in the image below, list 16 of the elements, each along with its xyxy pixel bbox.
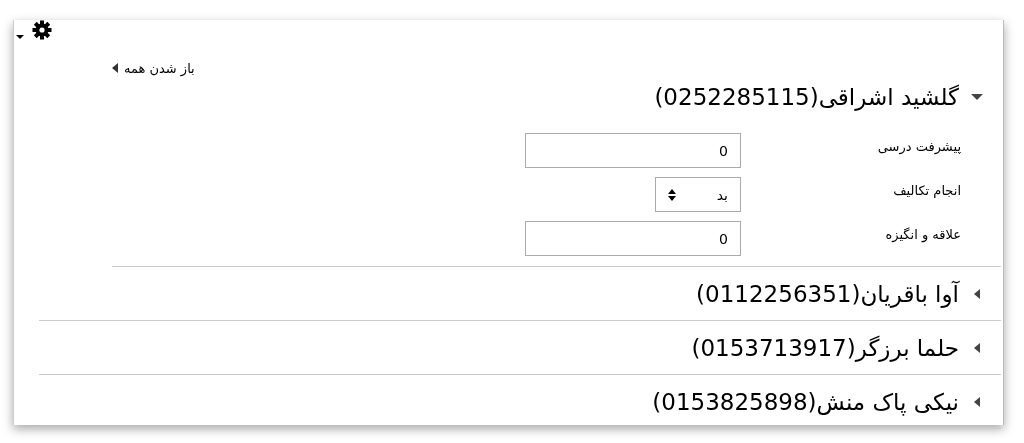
number-field[interactable]: 0 [525, 133, 741, 168]
student-section-header[interactable]: حلما برزگر(0153713917) [39, 321, 1001, 374]
select-field[interactable]: بد [655, 177, 741, 212]
sort-arrows-icon [668, 188, 676, 201]
caret-icon [16, 34, 24, 40]
student-section-header[interactable]: آوا باقریان(0112256351) [39, 267, 1001, 320]
caret-icon [112, 63, 118, 73]
student-section-header[interactable]: گلشید اشراقی(0252285115) [112, 78, 1001, 116]
student-section-header[interactable]: نیکی پاک منش(0153825898) [39, 375, 1001, 428]
expand-all-link[interactable]: باز شدن همه [112, 60, 195, 76]
settings-menu-button[interactable] [14, 20, 52, 40]
field-label: پیشرفت درسی [876, 138, 962, 157]
caret-icon [971, 91, 983, 103]
number-field[interactable]: 0 [525, 221, 741, 256]
field-label: انجام تکالیف [892, 182, 962, 200]
field-label: علاقه و انگیزه [884, 226, 962, 245]
